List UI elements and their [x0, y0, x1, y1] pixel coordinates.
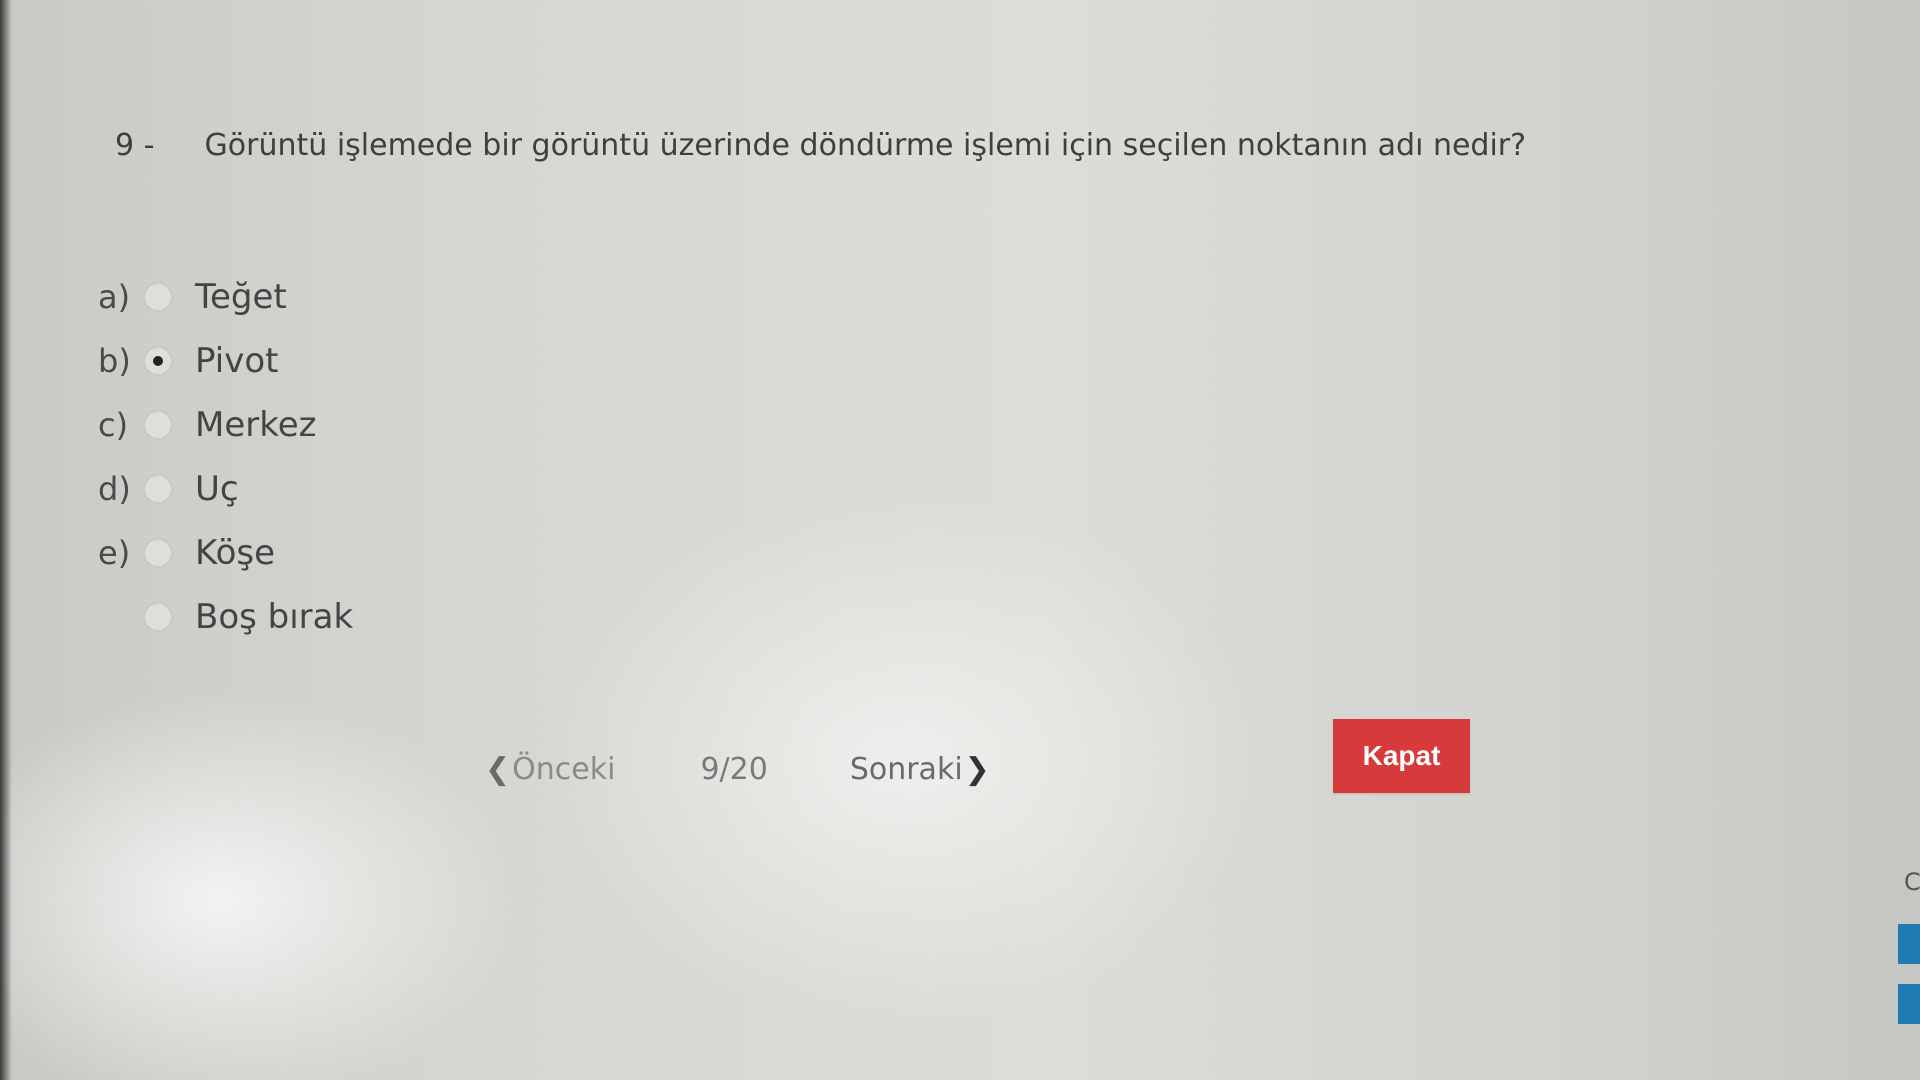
- radio-button[interactable]: [143, 538, 173, 568]
- answer-options: a) Teğet b) Pivot c) Merkez d) Uç e) Köş…: [98, 265, 353, 649]
- option-label[interactable]: Teğet: [195, 277, 287, 317]
- question-number: 9 -: [115, 128, 155, 163]
- radio-button[interactable]: [143, 474, 173, 504]
- next-button[interactable]: Sonraki ❯: [850, 752, 990, 787]
- close-button[interactable]: Kapat: [1333, 719, 1470, 793]
- chevron-right-icon: ❯: [964, 752, 990, 787]
- edge-text: C: [1904, 868, 1920, 896]
- option-letter: c): [98, 406, 129, 444]
- option-leave-blank[interactable]: Boş bırak: [98, 585, 353, 649]
- screen-bezel-edge: [0, 0, 12, 1080]
- radio-button[interactable]: [143, 410, 173, 440]
- option-a[interactable]: a) Teğet: [98, 265, 353, 329]
- option-e[interactable]: e) Köşe: [98, 521, 353, 585]
- option-letter: b): [98, 342, 131, 380]
- option-letter: a): [98, 278, 131, 316]
- next-label: Sonraki: [849, 752, 963, 787]
- question: 9 - Görüntü işlemede bir görüntü üzerind…: [115, 128, 1526, 163]
- option-letter: e): [98, 534, 131, 572]
- option-label[interactable]: Köşe: [195, 533, 275, 573]
- previous-label: Önceki: [512, 752, 616, 787]
- option-label[interactable]: Uç: [195, 469, 239, 509]
- previous-button[interactable]: ❮ Önceki: [485, 752, 615, 787]
- chevron-left-icon: ❮: [485, 752, 511, 787]
- question-text: Görüntü işlemede bir görüntü üzerinde dö…: [204, 128, 1527, 163]
- option-letter: d): [98, 470, 131, 508]
- option-label[interactable]: Merkez: [195, 405, 316, 445]
- option-label[interactable]: Pivot: [195, 341, 278, 381]
- edge-blue-block: [1898, 924, 1920, 964]
- option-d[interactable]: d) Uç: [98, 457, 353, 521]
- option-b[interactable]: b) Pivot: [98, 329, 353, 393]
- radio-button-selected[interactable]: [143, 346, 173, 376]
- option-label[interactable]: Boş bırak: [195, 597, 353, 637]
- edge-blue-block: [1898, 984, 1920, 1024]
- page-indicator: 9/20: [700, 752, 768, 787]
- radio-button[interactable]: [143, 602, 173, 632]
- question-navigation: ❮ Önceki 9/20 Sonraki ❯: [485, 752, 990, 787]
- radio-button[interactable]: [143, 282, 173, 312]
- option-c[interactable]: c) Merkez: [98, 393, 353, 457]
